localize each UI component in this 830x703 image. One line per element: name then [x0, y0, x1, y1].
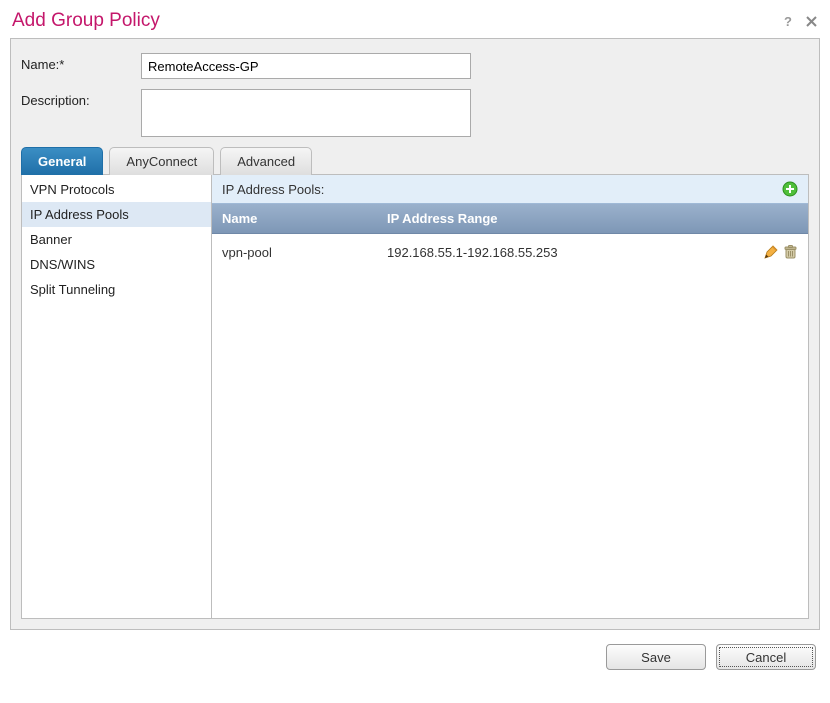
save-button[interactable]: Save — [606, 644, 706, 670]
table-row[interactable]: vpn-pool 192.168.55.1-192.168.55.253 — [212, 234, 808, 270]
tab-general[interactable]: General — [21, 147, 103, 175]
delete-icon[interactable] — [783, 244, 798, 260]
sidebar-item-ip-address-pools[interactable]: IP Address Pools — [22, 202, 211, 227]
name-label: Name:* — [21, 53, 141, 79]
sidebar-item-banner[interactable]: Banner — [22, 227, 211, 252]
close-icon[interactable] — [805, 14, 818, 28]
help-icon[interactable]: ? — [781, 14, 795, 28]
dialog-title: Add Group Policy — [12, 10, 160, 32]
sidebar-item-vpn-protocols[interactable]: VPN Protocols — [22, 177, 211, 202]
svg-text:?: ? — [784, 14, 792, 28]
tab-anyconnect[interactable]: AnyConnect — [109, 147, 214, 175]
description-input[interactable] — [141, 89, 471, 137]
grid-header: Name IP Address Range — [212, 204, 808, 234]
detail-heading: IP Address Pools: — [222, 182, 324, 197]
column-header-range[interactable]: IP Address Range — [377, 204, 728, 233]
pool-name-cell: vpn-pool — [212, 235, 377, 270]
left-category-list: VPN Protocols IP Address Pools Banner DN… — [22, 175, 212, 618]
pool-range-cell: 192.168.55.1-192.168.55.253 — [377, 235, 728, 270]
sidebar-item-dns-wins[interactable]: DNS/WINS — [22, 252, 211, 277]
add-icon[interactable] — [782, 181, 798, 197]
edit-icon[interactable] — [763, 244, 779, 260]
cancel-button[interactable]: Cancel — [716, 644, 816, 670]
description-label: Description: — [21, 89, 141, 137]
name-input[interactable] — [141, 53, 471, 79]
tab-advanced[interactable]: Advanced — [220, 147, 312, 175]
column-header-name[interactable]: Name — [212, 204, 377, 233]
sidebar-item-split-tunneling[interactable]: Split Tunneling — [22, 277, 211, 302]
